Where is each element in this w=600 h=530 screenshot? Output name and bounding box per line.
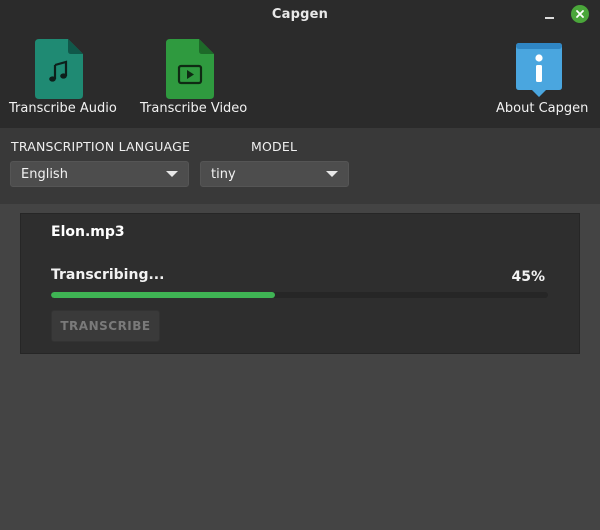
- video-file-icon: [166, 39, 214, 99]
- model-dropdown[interactable]: tiny: [200, 161, 349, 187]
- transcribe-audio-button[interactable]: Transcribe Audio: [0, 29, 120, 128]
- close-icon: [576, 10, 584, 18]
- chevron-down-icon: [166, 171, 178, 177]
- settings-bar: TRANSCRIPTION LANGUAGE MODEL English tin…: [0, 128, 600, 204]
- close-button[interactable]: [571, 5, 589, 23]
- status-text: Transcribing...: [51, 267, 165, 283]
- transcribe-video-label: Transcribe Video: [140, 101, 248, 116]
- transcribe-video-button[interactable]: Transcribe Video: [130, 29, 250, 128]
- transcription-card: Elon.mp3 Transcribing... 45% TRANSCRIBE: [20, 213, 580, 354]
- info-icon: [516, 43, 562, 97]
- language-value: English: [21, 166, 68, 182]
- progress-percent: 45%: [511, 269, 545, 285]
- transcribe-audio-label: Transcribe Audio: [9, 101, 117, 116]
- audio-file-icon: [35, 39, 83, 99]
- title-bar: Capgen: [0, 0, 600, 29]
- file-name: Elon.mp3: [51, 224, 125, 240]
- window-title: Capgen: [271, 7, 329, 22]
- progress-fill: [51, 292, 275, 298]
- model-label: MODEL: [251, 139, 298, 154]
- progress-bar: [51, 292, 548, 298]
- about-capgen-label: About Capgen: [496, 101, 589, 116]
- toolbar: Transcribe Audio Transcribe Video About …: [0, 29, 600, 128]
- chevron-down-icon: [326, 171, 338, 177]
- model-value: tiny: [211, 166, 236, 182]
- minimize-icon[interactable]: [543, 9, 557, 23]
- language-dropdown[interactable]: English: [10, 161, 189, 187]
- transcribe-button[interactable]: TRANSCRIBE: [51, 310, 160, 342]
- about-capgen-button[interactable]: About Capgen: [490, 29, 590, 128]
- language-label: TRANSCRIPTION LANGUAGE: [11, 139, 191, 154]
